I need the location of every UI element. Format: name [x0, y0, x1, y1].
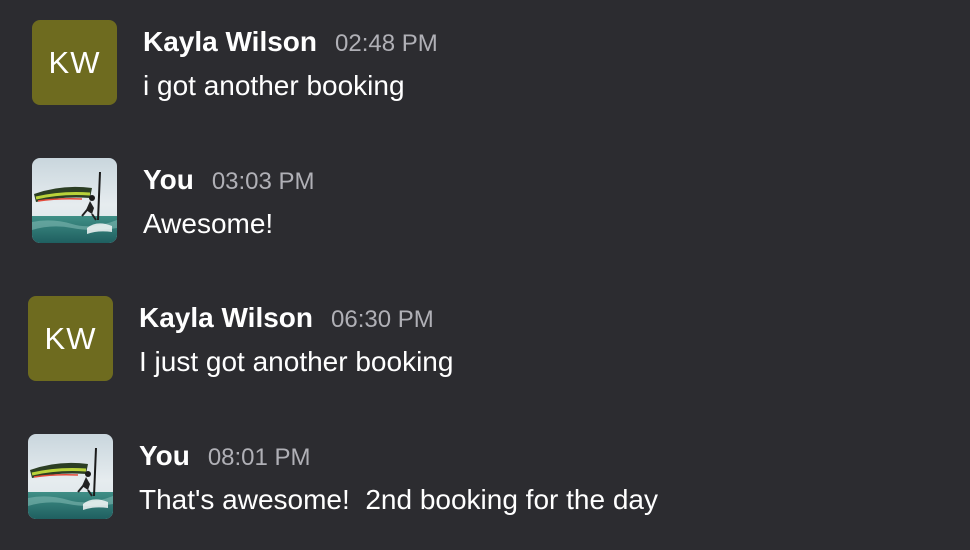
avatar-initials: KW: [44, 320, 97, 356]
message-timestamp: 08:01 PM: [207, 444, 311, 471]
avatar[interactable]: [28, 434, 113, 519]
message-text: Awesome!: [143, 208, 274, 239]
avatar[interactable]: KW: [32, 20, 117, 105]
avatar-initials: KW: [48, 44, 101, 80]
message-timestamp: 03:03 PM: [211, 168, 315, 195]
message-text: That's awesome! 2nd booking for the day: [139, 484, 658, 515]
message-item[interactable]: KW Kayla Wilson 02:48 PM i got another b…: [0, 0, 970, 110]
windsurfer-photo-icon: [32, 158, 117, 243]
avatar[interactable]: KW: [28, 296, 113, 381]
avatar[interactable]: [32, 158, 117, 243]
sender-name[interactable]: You: [143, 164, 194, 196]
message-timestamp: 02:48 PM: [335, 30, 438, 57]
sender-name[interactable]: Kayla Wilson: [143, 26, 317, 58]
message-item[interactable]: You 03:03 PM Awesome!: [0, 138, 970, 248]
message-item[interactable]: KW Kayla Wilson 06:30 PM I just got anot…: [0, 276, 970, 386]
message-text: I just got another booking: [139, 346, 454, 377]
message-text: i got another booking: [143, 70, 405, 101]
sender-name[interactable]: Kayla Wilson: [139, 302, 313, 334]
sender-name[interactable]: You: [139, 440, 190, 472]
windsurfer-photo-icon: [28, 434, 113, 519]
message-item[interactable]: You 08:01 PM That's awesome! 2nd booking…: [0, 414, 970, 524]
message-timestamp: 06:30 PM: [331, 306, 434, 333]
